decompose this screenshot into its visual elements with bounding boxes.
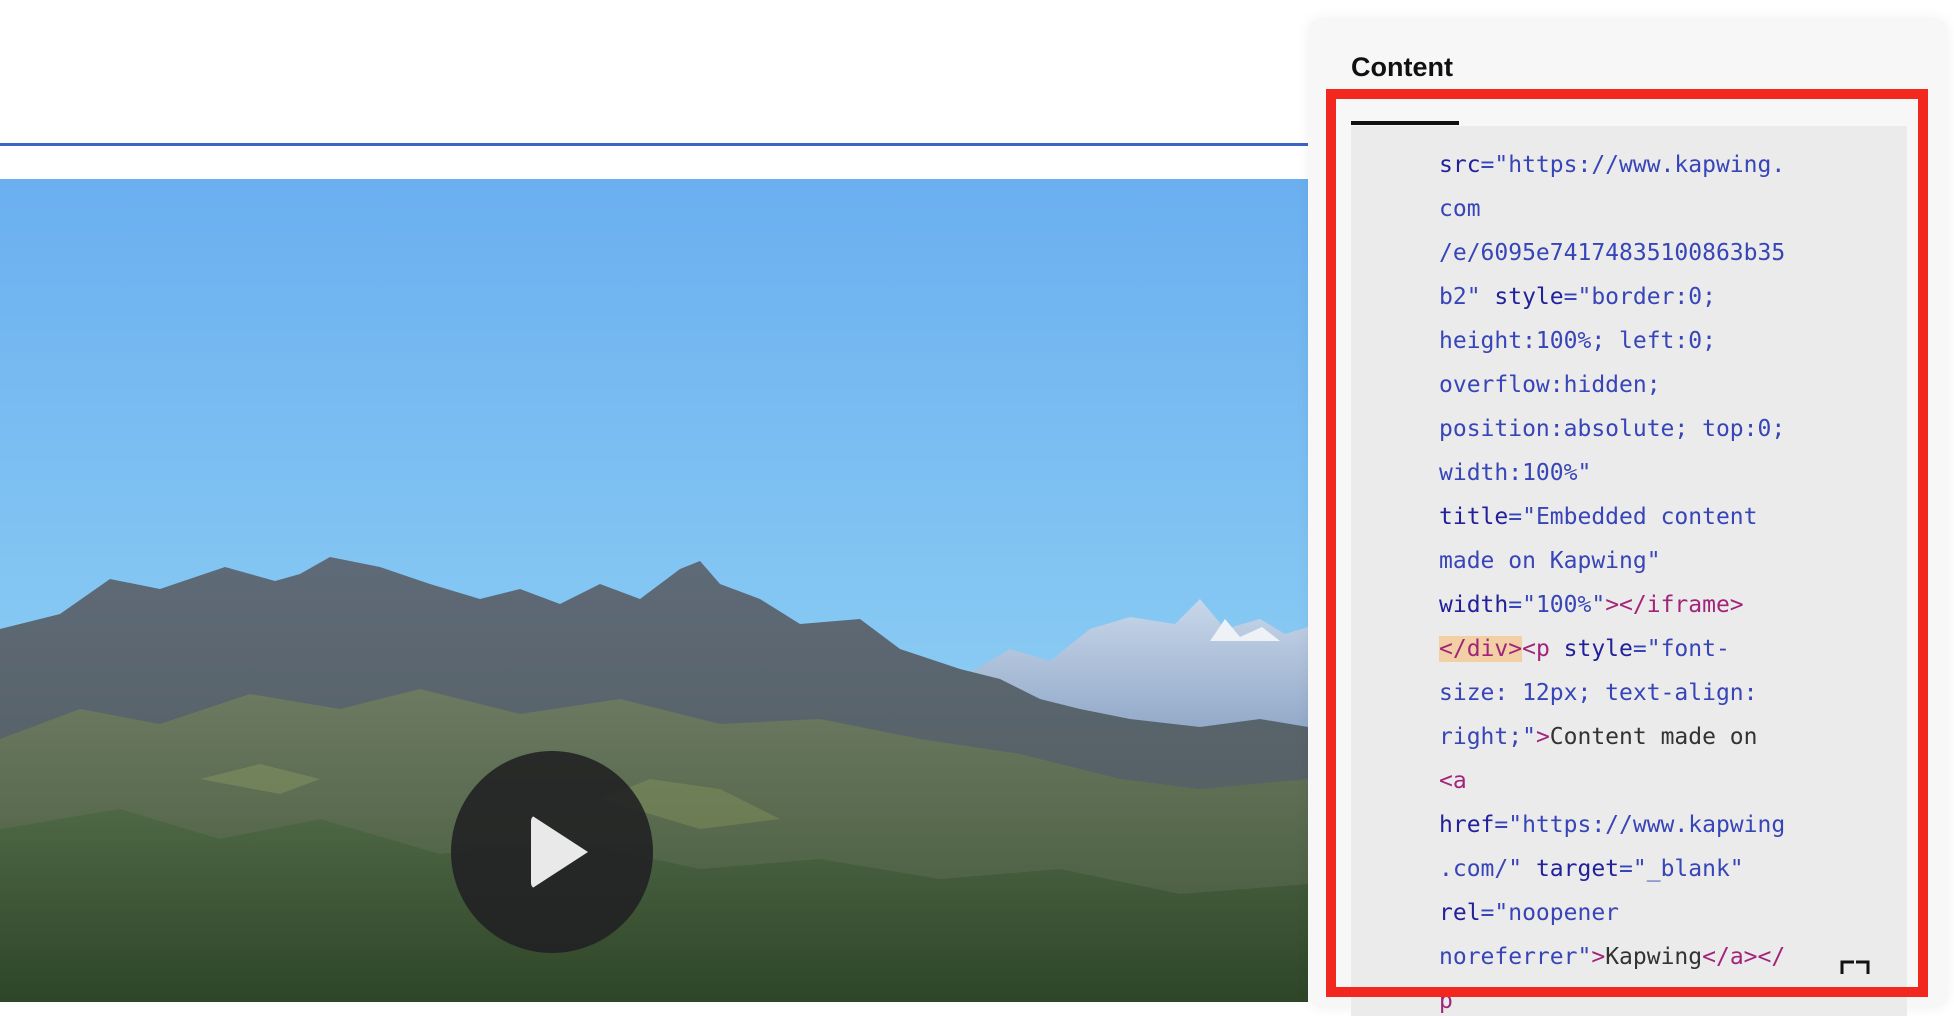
code-token: target: [1535, 856, 1620, 882]
code-token: com: [1439, 196, 1481, 222]
code-line: width="100%"></iframe>: [1439, 583, 1899, 627]
code-line: .com/" target="_blank": [1439, 847, 1899, 891]
content-panel: Content src="https://www.kapwing. com/e/6…: [1308, 18, 1948, 1016]
code-token: </a></: [1702, 944, 1786, 970]
code-token: style: [1494, 284, 1564, 310]
code-token: title: [1439, 504, 1509, 530]
code-token: ="_blank": [1619, 856, 1744, 882]
code-line: position:absolute; top:0;: [1439, 407, 1899, 451]
embed-code-text: src="https://www.kapwing. com/e/6095e7417…: [1439, 143, 1899, 1016]
code-line: right;">Content made on: [1439, 715, 1899, 759]
code-line: rel="noopener: [1439, 891, 1899, 935]
code-token: noreferrer": [1439, 944, 1592, 970]
code-line: b2" style="border:0;: [1439, 275, 1899, 319]
code-token: ></iframe>: [1605, 592, 1744, 618]
embed-code-box[interactable]: src="https://www.kapwing. com/e/6095e7417…: [1351, 126, 1907, 1016]
code-line: com: [1439, 187, 1899, 231]
code-token: >: [1591, 944, 1606, 970]
code-token: ="https://www.kapwing.: [1480, 152, 1786, 178]
code-token: style: [1563, 636, 1633, 662]
code-token: <p: [1522, 636, 1564, 662]
panel-title: Content: [1351, 52, 1453, 82]
code-line: src="https://www.kapwing.: [1439, 143, 1899, 187]
code-token: ="font-: [1632, 636, 1730, 662]
code-token: right;": [1439, 724, 1536, 750]
code-token: width:100%": [1439, 460, 1592, 486]
code-token: position:absolute; top:0;: [1439, 416, 1786, 442]
code-line: made on Kapwing": [1439, 539, 1899, 583]
code-token: ="border:0;: [1563, 284, 1716, 310]
tab-active-indicator: [1351, 121, 1459, 125]
expand-icon[interactable]: [1840, 960, 1870, 990]
header-divider: [0, 143, 1308, 146]
code-token: rel: [1439, 900, 1481, 926]
play-icon: [531, 815, 588, 889]
code-token: Kapwing: [1605, 944, 1703, 970]
code-line: title="Embedded content: [1439, 495, 1899, 539]
code-token: /e/6095e74174835100863b35: [1439, 240, 1786, 266]
code-token: >: [1535, 724, 1550, 750]
code-token: size: 12px; text-align:: [1439, 680, 1758, 706]
code-token: ="100%": [1508, 592, 1606, 618]
code-token: Content made on: [1549, 724, 1758, 750]
code-token: ="noopener: [1480, 900, 1620, 926]
code-token: <a: [1439, 768, 1467, 794]
code-token: p: [1439, 988, 1453, 1014]
mountain-thumbnail: [0, 179, 1308, 1002]
code-token: </div>: [1439, 636, 1523, 662]
code-line: overflow:hidden;: [1439, 363, 1899, 407]
video-preview[interactable]: [0, 179, 1308, 1002]
code-line: /e/6095e74174835100863b35: [1439, 231, 1899, 275]
code-line: p: [1439, 979, 1899, 1016]
code-line: </div><p style="font-: [1439, 627, 1899, 671]
code-token: ="https://www.kapwing: [1494, 812, 1786, 838]
code-line: width:100%": [1439, 451, 1899, 495]
code-line: href="https://www.kapwing: [1439, 803, 1899, 847]
code-line: noreferrer">Kapwing</a></: [1439, 935, 1899, 979]
play-button[interactable]: [451, 751, 653, 953]
code-token: height:100%; left:0;: [1439, 328, 1716, 354]
code-token: made on Kapwing": [1439, 548, 1661, 574]
code-token: width: [1439, 592, 1509, 618]
code-token: overflow:hidden;: [1439, 372, 1661, 398]
code-line: height:100%; left:0;: [1439, 319, 1899, 363]
code-token: src: [1439, 152, 1481, 178]
code-line: <a: [1439, 759, 1899, 803]
code-token: href: [1439, 812, 1495, 838]
code-token: .com/": [1439, 856, 1536, 882]
code-token: ="Embedded content: [1508, 504, 1758, 530]
code-token: b2": [1439, 284, 1495, 310]
code-line: size: 12px; text-align:: [1439, 671, 1899, 715]
